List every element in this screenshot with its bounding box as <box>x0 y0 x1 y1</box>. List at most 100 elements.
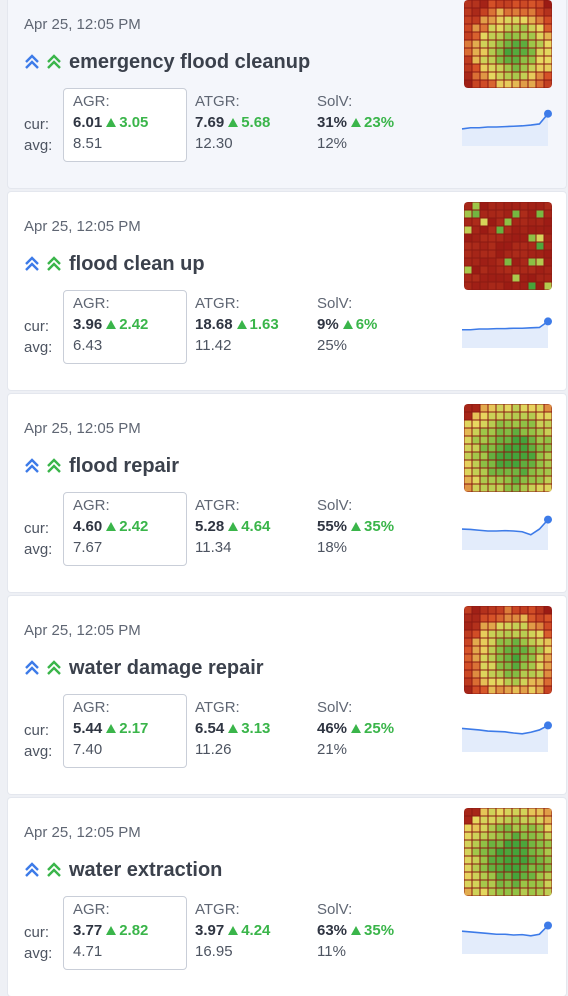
keyword-title[interactable]: flood clean up <box>69 253 205 276</box>
heatmap-cell <box>512 460 520 468</box>
rank-heatmap-grid[interactable] <box>464 404 552 492</box>
double-chevron-up-icon <box>47 54 61 69</box>
heatmap-cell <box>472 686 480 694</box>
heatmap-cell <box>480 856 488 864</box>
heatmap-cell <box>504 848 512 856</box>
heatmap-cell <box>496 428 504 436</box>
heatmap-cell <box>544 404 552 412</box>
sparkline-endpoint <box>544 109 552 118</box>
heatmap-cell <box>496 678 504 686</box>
heatmap-cell <box>536 832 544 840</box>
avg-label: avg: <box>24 743 53 760</box>
keyword-card-2[interactable]: Apr 25, 12:05 PM flood clean up cur: avg… <box>8 192 566 390</box>
keyword-card-3[interactable]: Apr 25, 12:05 PM flood repair cur: avg: … <box>8 394 566 592</box>
keyword-card-1[interactable]: Apr 25, 12:05 PM emergency flood cleanup… <box>8 0 566 188</box>
keyword-title[interactable]: emergency flood cleanup <box>69 51 310 74</box>
heatmap-cell <box>544 412 552 420</box>
heatmap-cell <box>536 630 544 638</box>
heatmap-cell <box>472 460 480 468</box>
rank-sparkline[interactable] <box>460 714 554 752</box>
triangle-up-icon <box>106 724 117 733</box>
heatmap-cell <box>488 864 496 872</box>
heatmap-cell <box>520 242 528 250</box>
heatmap-cell <box>544 210 552 218</box>
heatmap-cell <box>488 40 496 48</box>
heatmap-cell <box>504 606 512 614</box>
heatmap-cell <box>512 0 520 8</box>
heatmap-cell <box>544 856 552 864</box>
heatmap-cell <box>528 274 536 282</box>
heatmap-cell <box>472 808 480 816</box>
heatmap-cell <box>464 606 472 614</box>
heatmap-cell <box>496 210 504 218</box>
atgr-delta: 4.24 <box>241 922 271 939</box>
rank-heatmap-grid[interactable] <box>464 202 552 290</box>
heatmap-cell <box>504 250 512 258</box>
heatmap-cell <box>480 832 488 840</box>
solv-delta: 25% <box>364 720 395 737</box>
heatmap-cell <box>528 282 536 290</box>
heatmap-cell <box>464 258 472 266</box>
heatmap-cell <box>464 452 472 460</box>
keyword-title[interactable]: water extraction <box>69 859 222 882</box>
heatmap-cell <box>464 40 472 48</box>
solv-label: SolV: <box>317 699 353 716</box>
rank-sparkline[interactable] <box>460 512 554 550</box>
heatmap-cell <box>512 444 520 452</box>
card-date: Apr 25, 12:05 PM <box>24 622 141 639</box>
heatmap-cell <box>544 234 552 242</box>
heatmap-cell <box>528 654 536 662</box>
keyword-title[interactable]: flood repair <box>69 455 179 478</box>
heatmap-cell <box>496 202 504 210</box>
heatmap-cell <box>528 250 536 258</box>
heatmap-cell <box>528 32 536 40</box>
rank-heatmap-grid[interactable] <box>464 0 552 88</box>
heatmap-cell <box>528 888 536 896</box>
heatmap-cell <box>528 832 536 840</box>
heatmap-cell <box>504 824 512 832</box>
heatmap-cell <box>520 218 528 226</box>
heatmap-cell <box>496 250 504 258</box>
rank-heatmap-grid[interactable] <box>464 808 552 896</box>
keyword-card-4[interactable]: Apr 25, 12:05 PM water damage repair cur… <box>8 596 566 794</box>
sparkline-area <box>462 321 548 348</box>
heatmap-cell <box>496 242 504 250</box>
heatmap-cell <box>536 468 544 476</box>
heatmap-cell <box>528 234 536 242</box>
sparkline-endpoint <box>544 515 552 524</box>
heatmap-cell <box>512 484 520 492</box>
heatmap-cell <box>488 444 496 452</box>
keyword-card-5[interactable]: Apr 25, 12:05 PM water extraction cur: a… <box>8 798 566 996</box>
heatmap-cell <box>528 210 536 218</box>
heatmap-cell <box>472 202 480 210</box>
agr-metric: AGR: 3.77 2.82 4.71 <box>73 901 148 964</box>
rank-sparkline[interactable] <box>460 916 554 954</box>
heatmap-cell <box>472 638 480 646</box>
heatmap-cell <box>480 242 488 250</box>
rank-sparkline[interactable] <box>460 310 554 348</box>
heatmap-cell <box>504 638 512 646</box>
heatmap-cell <box>520 816 528 824</box>
heatmap-cell <box>480 234 488 242</box>
agr-label: AGR: <box>73 497 110 514</box>
heatmap-cell <box>512 428 520 436</box>
heatmap-cell <box>520 24 528 32</box>
heatmap-cell <box>528 848 536 856</box>
heatmap-cell <box>472 832 480 840</box>
heatmap-cell <box>464 234 472 242</box>
heatmap-cell <box>536 872 544 880</box>
heatmap-cell <box>496 460 504 468</box>
atgr-label: ATGR: <box>195 901 240 918</box>
keyword-title[interactable]: water damage repair <box>69 657 264 680</box>
heatmap-cell <box>536 32 544 40</box>
agr-current: 3.77 2.82 <box>73 922 149 939</box>
heatmap-cell <box>536 686 544 694</box>
rank-sparkline[interactable] <box>460 108 554 146</box>
atgr-metric: ATGR: 3.97 4.24 16.95 <box>195 901 270 964</box>
heatmap-cell <box>464 646 472 654</box>
triangle-up-icon <box>106 926 117 935</box>
heatmap-cell <box>536 0 544 8</box>
triangle-up-icon <box>351 522 362 531</box>
rank-heatmap-grid[interactable] <box>464 606 552 694</box>
heatmap-cell <box>496 816 504 824</box>
